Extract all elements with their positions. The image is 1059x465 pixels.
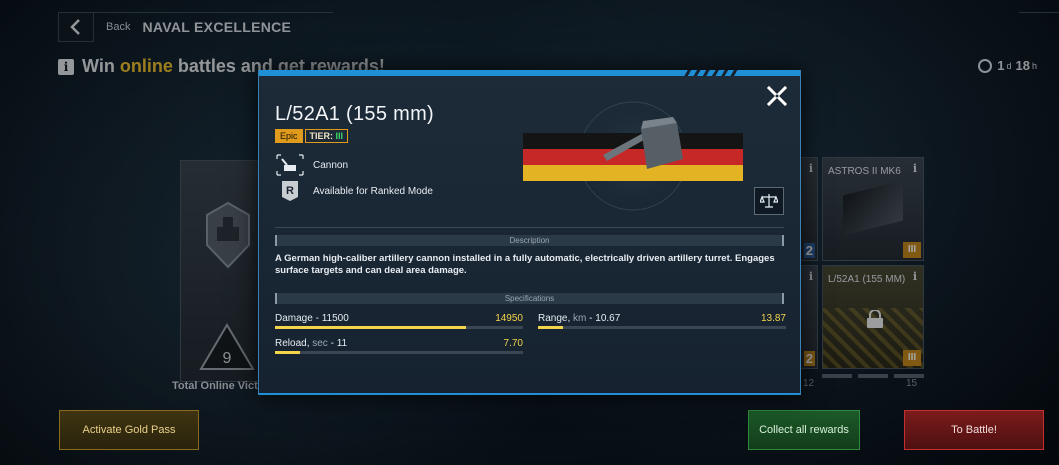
tier-label: TIER: xyxy=(309,131,334,141)
specifications-header: Specifications xyxy=(275,293,784,304)
spec-bar-fill xyxy=(275,351,300,354)
spec-bar-fill xyxy=(275,326,466,329)
close-icon[interactable] xyxy=(766,85,788,107)
cannon-turret-image xyxy=(523,101,743,211)
spec-max: 13.87 xyxy=(760,313,786,324)
rarity-badge: Epic xyxy=(275,129,303,143)
ranked-mode-text: Available for Ranked Mode xyxy=(313,185,433,197)
dialog-bottom-line xyxy=(259,393,800,395)
ranked-mode-row: R Available for Ranked Mode xyxy=(275,179,433,203)
weapon-name: L/52A1 (155 mm) xyxy=(275,103,435,125)
spec-bar xyxy=(538,326,786,329)
spec-value: 11 xyxy=(336,338,348,349)
spec-unit: km xyxy=(573,313,587,324)
weapon-type-row: Cannon xyxy=(275,153,348,177)
weapon-info-dialog: L/52A1 (155 mm) Epic TIER: III Cannon R … xyxy=(258,70,801,395)
spec-unit: sec xyxy=(312,338,328,349)
to-battle-button[interactable]: To Battle! xyxy=(904,410,1044,450)
tier-value: III xyxy=(335,131,344,141)
tier-badge: TIER: III xyxy=(304,129,349,143)
description-header: Description xyxy=(275,235,784,246)
spec-damage: Damage - 11500 14950 xyxy=(275,313,523,329)
weapon-type: Cannon xyxy=(313,159,349,171)
spec-bar xyxy=(275,326,523,329)
dialog-accent-stripes xyxy=(682,70,740,76)
spec-max: 14950 xyxy=(495,313,523,324)
spec-label: Reload, xyxy=(275,338,310,349)
spec-label: Range, xyxy=(538,313,571,324)
cannon-icon xyxy=(275,153,305,177)
spec-range: Range, km - 10.67 13.87 xyxy=(538,313,786,329)
spec-value: 11500 xyxy=(321,313,349,324)
svg-text:R: R xyxy=(286,185,294,197)
spec-max: 7.70 xyxy=(503,338,523,349)
spec-bar-fill xyxy=(538,326,563,329)
compare-button[interactable] xyxy=(754,187,784,215)
scales-icon xyxy=(760,194,778,208)
spec-reload: Reload, sec - 11 7.70 xyxy=(275,338,523,354)
weapon-description: A German high-caliber artillery cannon i… xyxy=(275,253,775,276)
spec-bar xyxy=(275,351,523,354)
collect-all-rewards-button[interactable]: Collect all rewards xyxy=(748,410,860,450)
spec-value: 10.67 xyxy=(595,313,621,324)
ranked-mode-icon: R xyxy=(275,179,305,203)
activate-gold-pass-button[interactable]: Activate Gold Pass xyxy=(59,410,199,450)
weapon-badges: Epic TIER: III xyxy=(275,129,349,143)
section-divider xyxy=(275,227,784,228)
spec-label: Damage xyxy=(275,313,313,324)
